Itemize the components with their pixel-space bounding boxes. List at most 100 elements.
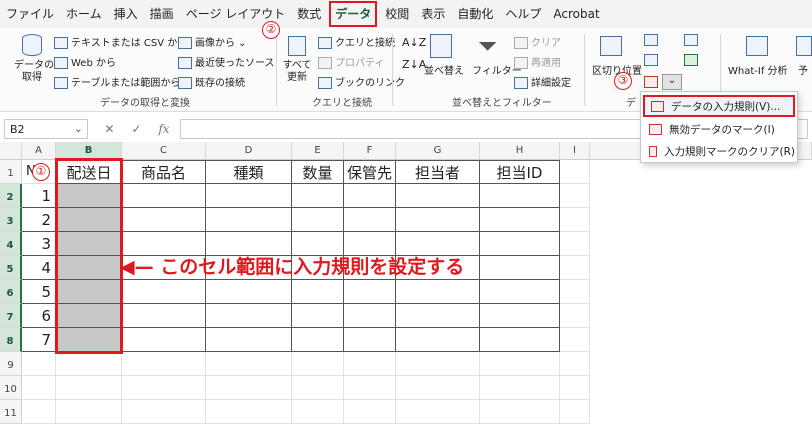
table-cell[interactable] xyxy=(206,280,292,304)
tab-8[interactable]: 表示 xyxy=(415,0,451,28)
row-header-5[interactable]: 5 xyxy=(0,256,22,280)
table-header-2[interactable]: 種類 xyxy=(206,160,292,184)
table-cell[interactable] xyxy=(122,304,206,328)
row-header-7[interactable]: 7 xyxy=(0,304,22,328)
tab-2[interactable]: 挿入 xyxy=(108,0,144,28)
forecast-sheet-icon[interactable] xyxy=(796,36,812,56)
clear-filter-button[interactable]: クリア xyxy=(514,34,561,49)
table-cell[interactable] xyxy=(292,208,344,232)
row-number-cell[interactable]: 1 xyxy=(22,184,56,208)
cell-I5[interactable] xyxy=(560,256,590,280)
table-cell[interactable] xyxy=(480,304,560,328)
table-cell[interactable] xyxy=(396,208,480,232)
cell-E11[interactable] xyxy=(292,400,344,424)
cell-B10[interactable] xyxy=(56,376,122,400)
consolidate-icon[interactable] xyxy=(684,34,698,46)
clear-circles-menu-item[interactable]: 入力規則マークのクリア(R) xyxy=(643,140,795,162)
fx-icon[interactable]: fx xyxy=(158,122,169,136)
cell-C9[interactable] xyxy=(122,352,206,376)
table-header-3[interactable]: 数量 xyxy=(292,160,344,184)
web-button[interactable]: Web から xyxy=(54,54,116,69)
cell-D9[interactable] xyxy=(206,352,292,376)
table-range-button[interactable]: テーブルまたは範囲から xyxy=(54,74,180,89)
row-header-8[interactable]: 8 xyxy=(0,328,22,352)
table-cell[interactable] xyxy=(122,280,206,304)
cell-C10[interactable] xyxy=(122,376,206,400)
tab-1[interactable]: ホーム xyxy=(60,0,108,28)
cell-G11[interactable] xyxy=(396,400,480,424)
table-cell[interactable] xyxy=(292,184,344,208)
cell-B11[interactable] xyxy=(56,400,122,424)
text-csv-button[interactable]: テキストまたは CSV から xyxy=(54,34,187,49)
table-cell[interactable] xyxy=(292,280,344,304)
table-cell[interactable] xyxy=(344,328,396,352)
cell-H10[interactable] xyxy=(480,376,560,400)
advanced-filter-button[interactable]: 詳細設定 xyxy=(514,74,571,89)
row-header-4[interactable]: 4 xyxy=(0,232,22,256)
table-cell[interactable] xyxy=(292,328,344,352)
row-number-cell[interactable]: 4 xyxy=(22,256,56,280)
cell-F11[interactable] xyxy=(344,400,396,424)
column-header-A[interactable]: A xyxy=(22,142,56,160)
table-cell[interactable] xyxy=(480,280,560,304)
cell-E9[interactable] xyxy=(292,352,344,376)
cell-H9[interactable] xyxy=(480,352,560,376)
row-number-cell[interactable]: 2 xyxy=(22,208,56,232)
text-to-columns-icon[interactable] xyxy=(600,36,622,56)
row-header-6[interactable]: 6 xyxy=(0,280,22,304)
row-header-2[interactable]: 2 xyxy=(0,184,22,208)
sort-az-icon[interactable]: A↓Z xyxy=(402,36,426,49)
tab-3[interactable]: 描画 xyxy=(144,0,180,28)
data-validation-dropdown[interactable]: ⌄ xyxy=(662,74,682,90)
cancel-icon[interactable]: ✕ xyxy=(104,122,114,136)
existing-connections-button[interactable]: 既存の接続 xyxy=(178,74,245,89)
cell-I10[interactable] xyxy=(560,376,590,400)
cell-I3[interactable] xyxy=(560,208,590,232)
table-cell[interactable] xyxy=(344,208,396,232)
row-header-1[interactable]: 1 xyxy=(0,160,22,184)
column-header-F[interactable]: F xyxy=(344,142,396,160)
reapply-button[interactable]: 再適用 xyxy=(514,54,561,69)
cell-I7[interactable] xyxy=(560,304,590,328)
remove-duplicates-icon[interactable] xyxy=(644,54,658,66)
table-cell[interactable] xyxy=(292,304,344,328)
refresh-all-button[interactable]: すべて 更新 xyxy=(280,60,314,84)
table-cell[interactable] xyxy=(396,184,480,208)
row-header-3[interactable]: 3 xyxy=(0,208,22,232)
row-number-cell[interactable]: 6 xyxy=(22,304,56,328)
cell-D10[interactable] xyxy=(206,376,292,400)
cell-I8[interactable] xyxy=(560,328,590,352)
column-header-H[interactable]: H xyxy=(480,142,560,160)
tab-7[interactable]: 校閲 xyxy=(379,0,415,28)
table-cell[interactable] xyxy=(480,232,560,256)
row-number-cell[interactable]: 5 xyxy=(22,280,56,304)
table-cell[interactable] xyxy=(480,208,560,232)
cell-D11[interactable] xyxy=(206,400,292,424)
table-cell[interactable] xyxy=(396,328,480,352)
tab-0[interactable]: ファイル xyxy=(0,0,60,28)
from-picture-button[interactable]: 画像から ⌄ xyxy=(178,34,247,49)
table-cell[interactable] xyxy=(396,304,480,328)
data-validation-icon[interactable] xyxy=(644,76,658,88)
cell-I2[interactable] xyxy=(560,184,590,208)
row-header-10[interactable]: 10 xyxy=(0,376,22,400)
table-cell[interactable] xyxy=(344,184,396,208)
table-header-4[interactable]: 保管先 xyxy=(344,160,396,184)
table-cell[interactable] xyxy=(396,280,480,304)
cell-G9[interactable] xyxy=(396,352,480,376)
tab-5[interactable]: 数式 xyxy=(291,0,327,28)
row-header-9[interactable]: 9 xyxy=(0,352,22,376)
tab-10[interactable]: ヘルプ xyxy=(499,0,547,28)
table-cell[interactable] xyxy=(480,256,560,280)
worksheet-grid[interactable]: A B C D E F G H I 1 2 3 4 5 6 7 8 9 10 11 配送日 商品名 種類 数量 保管先 担当者 担当… xyxy=(0,142,812,430)
filter-funnel-icon[interactable]: ⏷ xyxy=(478,32,497,60)
table-cell[interactable] xyxy=(206,304,292,328)
cell-I11[interactable] xyxy=(560,400,590,424)
cell-I4[interactable] xyxy=(560,232,590,256)
refresh-icon[interactable] xyxy=(288,36,306,56)
relationships-icon[interactable] xyxy=(684,54,698,66)
row-header-11[interactable]: 11 xyxy=(0,400,22,424)
row-number-cell[interactable]: 7 xyxy=(22,328,56,352)
cell-A11[interactable] xyxy=(22,400,56,424)
row-number-cell[interactable]: 3 xyxy=(22,232,56,256)
